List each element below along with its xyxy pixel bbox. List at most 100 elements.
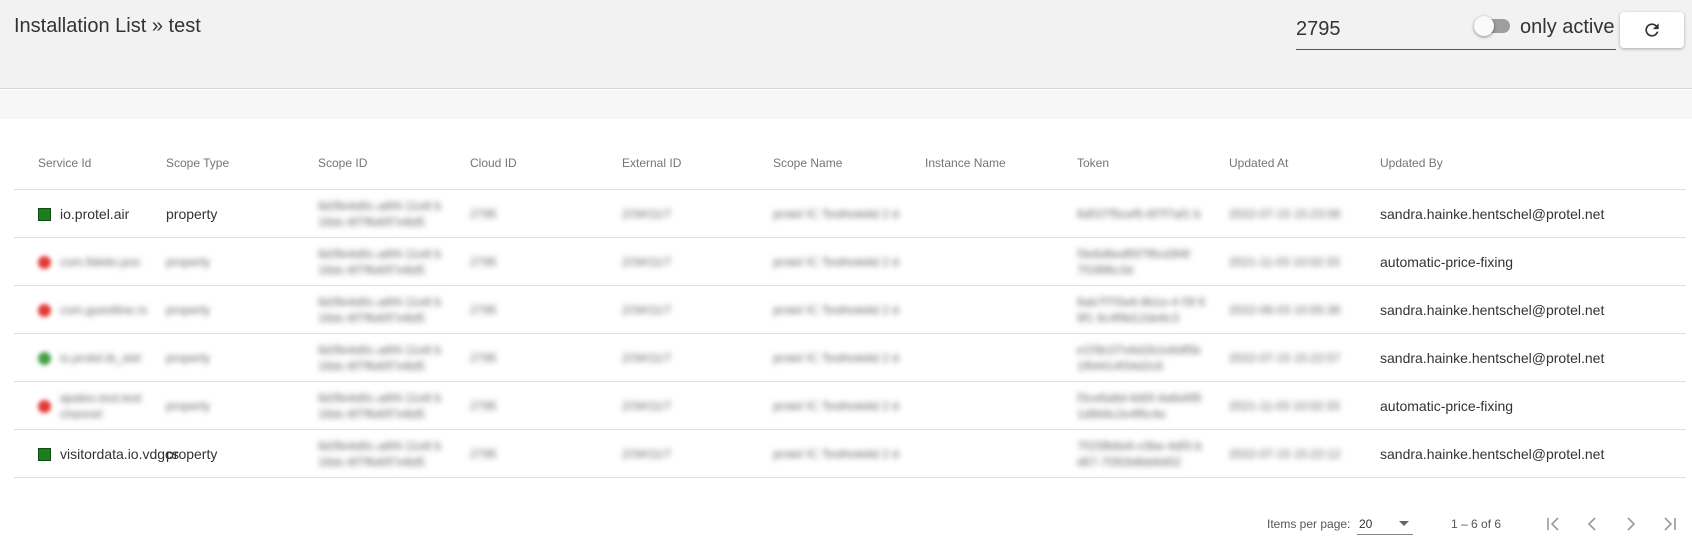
page-size-select[interactable]: 20 xyxy=(1357,511,1413,535)
scope-name-text: protel IC Testhotelid 2 d xyxy=(773,255,899,269)
cell-scope-name: protel IC Testhotelid 2 d xyxy=(773,238,917,286)
updated-at-text: 2022-07-15 15:22:12 xyxy=(1229,447,1341,461)
column-header-cloud-id[interactable]: Cloud ID xyxy=(470,156,517,170)
filter-strip xyxy=(0,90,1692,119)
cell-scope-id: 6d3fe4d0c-a6f4-11e8 b 18dc-6f7f6d0f7e8d5 xyxy=(318,430,462,478)
table-header: Service Id Scope Type Scope ID Cloud ID … xyxy=(14,142,1686,190)
column-header-scope-name[interactable]: Scope Name xyxy=(773,156,842,170)
cloud-id-text: 2795 xyxy=(470,351,497,365)
first-page-icon xyxy=(1547,517,1559,531)
column-header-scope-id[interactable]: Scope ID xyxy=(318,156,367,170)
refresh-button[interactable] xyxy=(1620,12,1684,48)
first-page-button[interactable] xyxy=(1541,512,1565,536)
cell-scope-id: 6d3fe4d0c-a6f4-11e8 b 18dc-6f7f6d0f7e8d5 xyxy=(318,190,462,238)
cell-cloud-id: 2795 xyxy=(470,238,610,286)
column-header-service-id[interactable]: Service Id xyxy=(38,156,91,170)
scope-name-text: protel IC Testhotelid 2 d xyxy=(773,399,899,413)
cloud-id-text: 2795 xyxy=(470,447,497,461)
table-row[interactable]: com.guestline.rs property 6d3fe4d0c-a6f4-1… xyxy=(14,286,1686,334)
cell-service-id: visitordata.io.vdgcs xyxy=(38,430,179,478)
last-page-icon xyxy=(1664,517,1676,531)
cell-scope-type: property xyxy=(166,286,306,334)
table-row[interactable]: apaleo.test.test channel property 6d3fe4d0… xyxy=(14,382,1686,430)
scope-id-text: 6d3fe4d0c-a6f4-11e8 b 18dc-6f7f6d0f7e8d5 xyxy=(318,439,442,469)
only-active-toggle[interactable] xyxy=(1474,16,1510,36)
column-header-scope-type[interactable]: Scope Type xyxy=(166,156,229,170)
token-text: 6ab7f7f3e6-8b1e-4 f3f 6 9f1 6c4f9d12de6c… xyxy=(1077,295,1206,325)
toggle-knob xyxy=(1474,16,1494,36)
table-row[interactable]: com.fidelio.pos property 6d3fe4d0c-a6f4-11… xyxy=(14,238,1686,286)
previous-page-button[interactable] xyxy=(1580,512,1604,536)
table-row[interactable]: io.protel.ib_stel property 6d3fe4d0c-a6f4-… xyxy=(14,334,1686,382)
updated-at-text: 2022-07-15 15:23:06 xyxy=(1229,207,1341,221)
column-header-updated-by[interactable]: Updated By xyxy=(1380,156,1443,170)
column-header-external-id[interactable]: External ID xyxy=(622,156,681,170)
chevron-right-icon xyxy=(1627,517,1636,531)
scope-type-text: property xyxy=(166,206,218,222)
cell-scope-type: property xyxy=(166,238,306,286)
table-row[interactable]: io.protel.air property 6d3fe4d0c-a6f4-11e8… xyxy=(14,190,1686,238)
cell-external-id: 2/34/11/7 xyxy=(622,430,762,478)
updated-at-text: 2022-07-15 15:22:57 xyxy=(1229,351,1341,365)
toolbar: Installation List » test only active xyxy=(0,0,1692,89)
scope-name-text: protel IC Testhotelid 2 d xyxy=(773,303,899,317)
search-field: only active xyxy=(1296,10,1616,50)
items-per-page-label: Items per page: xyxy=(1267,517,1351,531)
last-page-button[interactable] xyxy=(1658,512,1682,536)
cell-scope-id: 6d3fe4d0c-a6f4-11e8 b 18dc-6f7f6d0f7e8d5 xyxy=(318,382,462,430)
token-text: f3e6d6edf5f7f6cd3f4f 7f1f8f6c3d xyxy=(1077,247,1190,277)
scope-id-text: 6d3fe4d0c-a6f4-11e8 b 18dc-6f7f6d0f7e8d5 xyxy=(318,247,442,277)
column-header-instance-name[interactable]: Instance Name xyxy=(925,156,1006,170)
updated-at-text: 2022-06-03 10:55:36 xyxy=(1229,303,1341,317)
updated-by-text: automatic-price-fixing xyxy=(1380,254,1514,270)
cell-service-id: com.guestline.rs xyxy=(38,286,158,334)
cloud-id-text: 2795 xyxy=(470,207,497,221)
cell-scope-id: 6d3fe4d0c-a6f4-11e8 b 18dc-6f7f6d0f7e8d5 xyxy=(318,238,462,286)
cell-cloud-id: 2795 xyxy=(470,382,610,430)
cell-scope-name: protel IC Testhotelid 2 d xyxy=(773,286,917,334)
cell-scope-type: property xyxy=(166,382,306,430)
scope-name-text: protel IC Testhotelid 2 d xyxy=(773,447,899,461)
cell-scope-type: property xyxy=(166,430,306,478)
updated-at-text: 2021-11-03 10:02:33 xyxy=(1229,399,1340,413)
cell-token: 6ab7f7f3e6-8b1e-4 f3f 6 9f1 6c4f9d12de6c… xyxy=(1077,286,1221,334)
cell-updated-at: 2022-07-15 15:22:57 xyxy=(1229,334,1369,382)
only-active-label: only active xyxy=(1520,16,1615,38)
service-id-text: apaleo.test.test channel xyxy=(60,391,142,421)
updated-by-text: sandra.hainke.hentschel@protel.net xyxy=(1380,446,1605,462)
table-row[interactable]: visitordata.io.vdgcs property 6d3fe4d0c-a6… xyxy=(14,430,1686,478)
service-id-text: visitordata.io.vdgcs xyxy=(60,446,180,462)
column-header-token[interactable]: Token xyxy=(1077,156,1109,170)
paginator: Items per page: 20 1 – 6 of 6 xyxy=(0,508,1692,540)
cell-cloud-id: 2795 xyxy=(470,286,610,334)
cell-cloud-id: 2795 xyxy=(470,430,610,478)
cell-updated-by: sandra.hainke.hentschel@protel.net xyxy=(1380,430,1604,478)
status-active-icon xyxy=(38,207,51,221)
cell-updated-by: sandra.hainke.hentschel@protel.net xyxy=(1380,190,1604,238)
cell-external-id: 2/34/11/7 xyxy=(622,190,762,238)
next-page-button[interactable] xyxy=(1619,512,1643,536)
status-error-icon xyxy=(38,303,51,317)
status-error-icon xyxy=(38,399,51,413)
service-id-text: com.guestline.rs xyxy=(60,303,148,317)
service-id-text: io.protel.ib_stel xyxy=(60,351,141,365)
cell-scope-type: property xyxy=(166,190,306,238)
cell-scope-type: property xyxy=(166,334,306,382)
cell-cloud-id: 2795 xyxy=(470,190,610,238)
updated-by-text: sandra.hainke.hentschel@protel.net xyxy=(1380,206,1605,222)
updated-at-text: 2021-11-03 10:02:33 xyxy=(1229,255,1340,269)
table-body: io.protel.air property 6d3fe4d0c-a6f4-11e8… xyxy=(14,190,1686,478)
token-text: e1f3b1f7e6d2b1e6df5b 1f64414f34d2c6 xyxy=(1077,343,1201,373)
column-header-updated-at[interactable]: Updated At xyxy=(1229,156,1288,170)
scope-id-text: 6d3fe4d0c-a6f4-11e8 b 18dc-6f7f6d0f7e8d5 xyxy=(318,391,442,421)
cell-scope-name: protel IC Testhotelid 2 d xyxy=(773,190,917,238)
updated-by-text: sandra.hainke.hentschel@protel.net xyxy=(1380,302,1605,318)
cell-updated-at: 2022-06-03 10:55:36 xyxy=(1229,286,1369,334)
cell-token: e1f3b1f7e6d2b1e6df5b 1f64414f34d2c6 xyxy=(1077,334,1221,382)
search-input[interactable] xyxy=(1296,14,1476,44)
cell-updated-at: 2021-11-03 10:02:33 xyxy=(1229,382,1369,430)
external-id-text: 2/34/11/7 xyxy=(622,255,672,269)
cell-service-id: com.fidelio.pos xyxy=(38,238,158,286)
cell-updated-by: automatic-price-fixing xyxy=(1380,382,1530,430)
cell-updated-at: 2022-07-15 15:23:06 xyxy=(1229,190,1369,238)
